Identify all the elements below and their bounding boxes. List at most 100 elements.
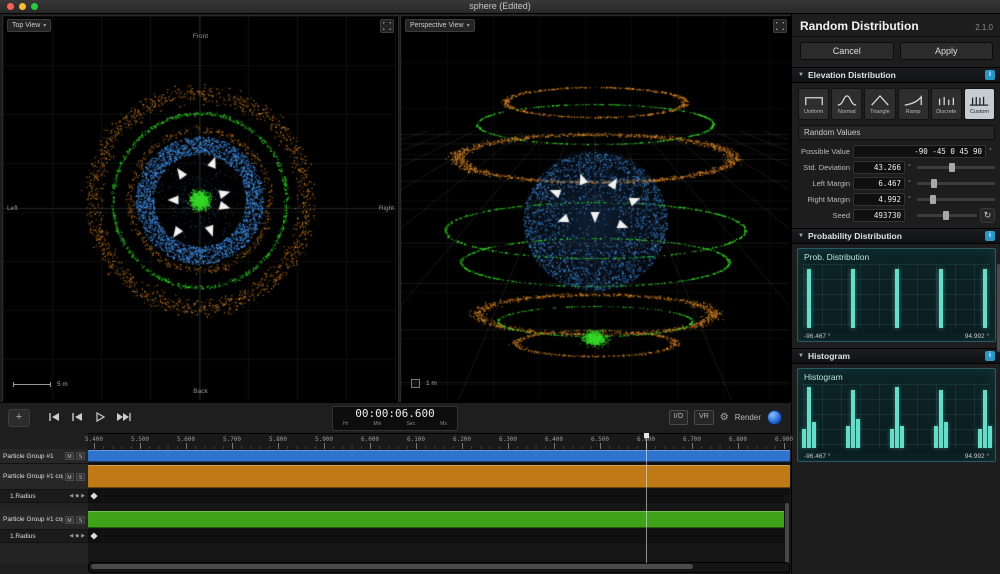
- add-keyframe-icon[interactable]: ◆: [75, 493, 79, 499]
- skip-to-start-button[interactable]: [46, 411, 62, 423]
- param-value-field[interactable]: -90 -45 0 45 90: [853, 144, 986, 158]
- discrete-curve-icon: [939, 96, 955, 105]
- param-value-field[interactable]: 493730: [853, 208, 905, 222]
- track-lane[interactable]: [88, 449, 790, 464]
- mode-button-custom[interactable]: Custom: [963, 88, 996, 120]
- info-icon[interactable]: i: [985, 231, 995, 241]
- section-elevation-distribution[interactable]: ▼ Elevation Distribution i: [792, 67, 1000, 83]
- slider-handle[interactable]: [929, 194, 936, 204]
- mute-button[interactable]: M: [65, 515, 74, 524]
- apply-button[interactable]: Apply: [899, 42, 993, 60]
- close-button[interactable]: [7, 3, 14, 10]
- solo-button[interactable]: S: [76, 452, 85, 460]
- prev-keyframe-icon[interactable]: ◀: [69, 493, 73, 499]
- next-keyframe-icon[interactable]: ▶: [81, 493, 85, 499]
- time-unit-label: Hr: [343, 421, 349, 427]
- prev-keyframe-icon[interactable]: ◀: [69, 533, 73, 539]
- ruler-tick-label: 6.800: [728, 436, 748, 443]
- mode-button-uniform[interactable]: Uniform: [798, 88, 830, 120]
- track-lane[interactable]: [88, 510, 790, 530]
- param-slider[interactable]: [917, 178, 995, 188]
- solo-button[interactable]: S: [76, 515, 85, 524]
- track-lanes: [88, 449, 790, 563]
- fast-forward-button[interactable]: [115, 411, 131, 423]
- horizontal-scrollbar-thumb[interactable]: [91, 564, 693, 569]
- param-unit: °: [989, 147, 992, 155]
- keyframe-diamond[interactable]: [90, 492, 98, 500]
- param-row-4: Seed 493730 ↻: [792, 207, 1000, 223]
- collapse-triangle-icon[interactable]: ▼: [798, 233, 804, 239]
- mode-button-discrete[interactable]: Discrete: [930, 88, 962, 120]
- param-slider[interactable]: [917, 162, 995, 172]
- horizontal-scrollbar[interactable]: [88, 562, 790, 573]
- cancel-button[interactable]: Cancel: [800, 42, 894, 60]
- add-track-button[interactable]: +: [8, 409, 30, 427]
- mute-button[interactable]: M: [65, 472, 74, 481]
- fullscreen-icon[interactable]: [380, 19, 394, 33]
- step-back-button[interactable]: [69, 411, 85, 423]
- param-value-field[interactable]: 4.992: [853, 192, 905, 206]
- section-histogram[interactable]: ▼ Histogram i: [792, 348, 1000, 364]
- top-view-canvas[interactable]: [3, 16, 396, 400]
- param-row-2: Left Margin 6.467 °: [792, 175, 1000, 191]
- track-bar[interactable]: [88, 465, 790, 488]
- chart-x-labels: -96.467 ° 94.992 °: [804, 333, 989, 340]
- track-bar[interactable]: [88, 511, 790, 528]
- slider-handle[interactable]: [949, 162, 956, 172]
- info-icon[interactable]: i: [985, 70, 995, 80]
- mute-button[interactable]: M: [65, 452, 74, 460]
- vertical-scrollbar-thumb[interactable]: [785, 503, 789, 569]
- info-icon[interactable]: i: [985, 351, 995, 361]
- track-name-cell[interactable]: Particle Group #1 M S: [0, 449, 88, 464]
- scale-bar: 5 m: [13, 381, 68, 388]
- io-button[interactable]: I/O: [668, 410, 689, 425]
- mode-button-ramp[interactable]: Ramp: [897, 88, 929, 120]
- keyframe-diamond[interactable]: [90, 532, 98, 540]
- slider-handle[interactable]: [942, 210, 949, 220]
- grid-toggle-checkbox[interactable]: [411, 379, 420, 388]
- add-keyframe-icon[interactable]: ◆: [75, 533, 79, 539]
- time-display: 00:00:06.600 Hr Min Sec Ms: [332, 406, 458, 431]
- probability-spike: [939, 269, 944, 328]
- render-button[interactable]: [767, 410, 782, 425]
- maximize-button[interactable]: [31, 3, 38, 10]
- solo-button[interactable]: S: [76, 472, 85, 481]
- random-values-bar[interactable]: Random Values: [798, 125, 995, 140]
- param-slider[interactable]: [917, 210, 977, 220]
- playhead[interactable]: [644, 433, 649, 563]
- collapse-triangle-icon[interactable]: ▼: [798, 72, 804, 78]
- track-lane[interactable]: [88, 530, 790, 543]
- play-button[interactable]: [92, 411, 108, 423]
- vr-button[interactable]: VR: [694, 410, 714, 425]
- track-lane[interactable]: [88, 464, 790, 490]
- gear-icon[interactable]: ⚙: [720, 412, 729, 423]
- histogram-cluster: [890, 384, 905, 448]
- track-bar[interactable]: [88, 450, 790, 462]
- next-keyframe-icon[interactable]: ▶: [81, 533, 85, 539]
- ruler-tick-label: 6.100: [406, 436, 426, 443]
- ruler-tick-label: 5.500: [130, 436, 150, 443]
- param-slider[interactable]: [917, 194, 995, 204]
- fullscreen-icon[interactable]: [773, 19, 787, 33]
- mode-button-triangle[interactable]: Triangle: [864, 88, 896, 120]
- track-name-cell[interactable]: 1.Radius ◀ ◆ ▶: [0, 490, 88, 503]
- ruler-tick-label: 5.400: [84, 436, 104, 443]
- param-value-field[interactable]: 43.266: [853, 160, 905, 174]
- perspective-view-canvas[interactable]: [401, 16, 789, 400]
- section-probability-distribution[interactable]: ▼ Probability Distribution i: [792, 228, 1000, 244]
- panel-title: Random Distribution: [800, 19, 919, 33]
- param-value-field[interactable]: 6.467: [853, 176, 905, 190]
- perspective-viewport: Perspective View ▾ 1 m: [400, 15, 792, 403]
- track-name-cell[interactable]: Particle Group #1 copy M S: [0, 464, 88, 490]
- time-unit-label: Min: [373, 421, 382, 427]
- track-lane[interactable]: [88, 490, 790, 503]
- track-name-cell[interactable]: Particle Group #1 copy M S: [0, 510, 88, 530]
- mode-button-normal[interactable]: Normal: [831, 88, 863, 120]
- track-name-cell[interactable]: 1.Radius ◀ ◆ ▶: [0, 530, 88, 543]
- collapse-triangle-icon[interactable]: ▼: [798, 353, 804, 359]
- view-selector-top[interactable]: Top View ▾: [7, 19, 52, 32]
- minimize-button[interactable]: [19, 3, 26, 10]
- seed-refresh-button[interactable]: ↻: [980, 207, 995, 223]
- view-selector-perspective[interactable]: Perspective View ▾: [405, 19, 475, 32]
- slider-handle[interactable]: [931, 178, 938, 188]
